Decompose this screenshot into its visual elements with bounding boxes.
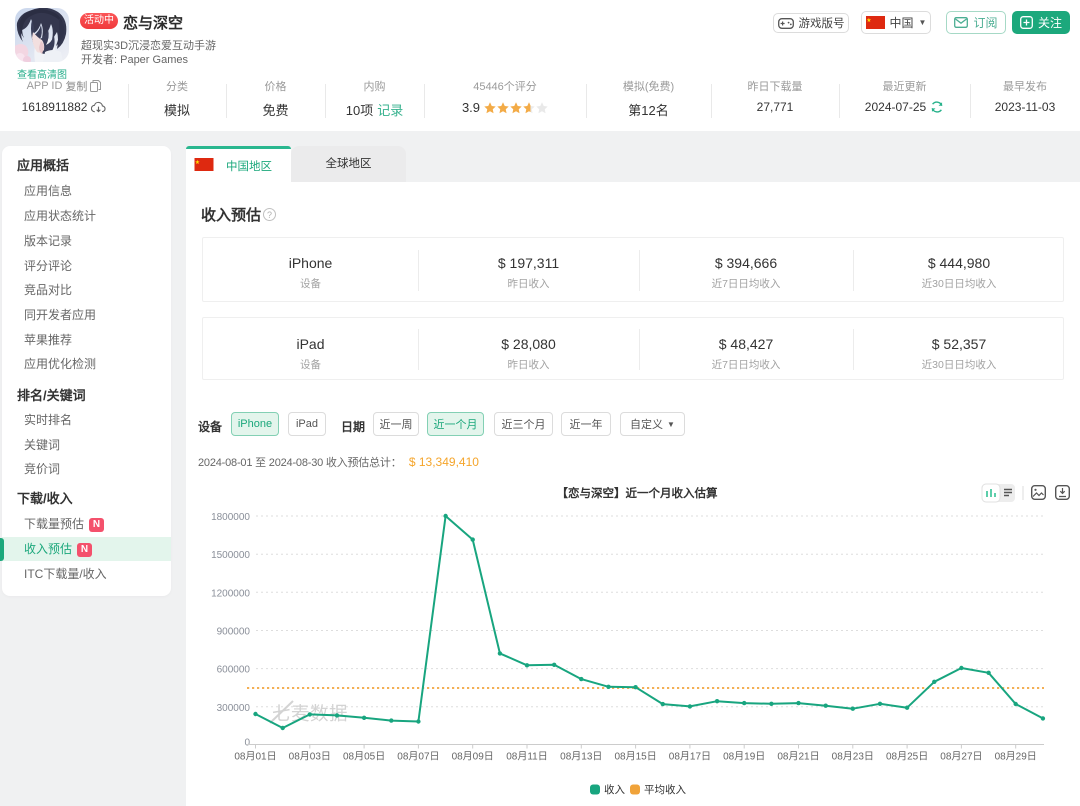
svg-text:08月03日: 08月03日: [289, 751, 331, 763]
svg-text:1500000: 1500000: [211, 550, 250, 561]
svg-text:08月25日: 08月25日: [886, 751, 928, 763]
svg-text:平均收入: 平均收入: [644, 783, 686, 796]
svg-text:08月09日: 08月09日: [452, 751, 494, 763]
svg-text:08月11日: 08月11日: [506, 751, 548, 763]
svg-text:900000: 900000: [217, 627, 251, 638]
svg-text:08月17日: 08月17日: [669, 751, 711, 763]
svg-text:08月23日: 08月23日: [832, 751, 874, 763]
svg-text:08月21日: 08月21日: [777, 751, 819, 763]
svg-text:1800000: 1800000: [211, 512, 250, 523]
svg-text:【恋与深空】近一个月收入估算: 【恋与深空】近一个月收入估算: [557, 486, 718, 500]
svg-text:08月07日: 08月07日: [397, 751, 439, 763]
svg-text:1200000: 1200000: [211, 588, 250, 599]
svg-text:08月15日: 08月15日: [614, 751, 656, 763]
svg-text:0: 0: [244, 738, 250, 749]
svg-text:08月13日: 08月13日: [560, 751, 602, 763]
svg-text:08月05日: 08月05日: [343, 751, 385, 763]
svg-text:08月19日: 08月19日: [723, 751, 765, 763]
svg-text:收入: 收入: [604, 783, 625, 796]
svg-text:08月01日: 08月01日: [234, 751, 276, 763]
svg-text:300000: 300000: [217, 703, 251, 714]
svg-text:08月27日: 08月27日: [940, 751, 982, 763]
svg-text:600000: 600000: [217, 665, 251, 676]
svg-text:08月29日: 08月29日: [995, 751, 1037, 763]
